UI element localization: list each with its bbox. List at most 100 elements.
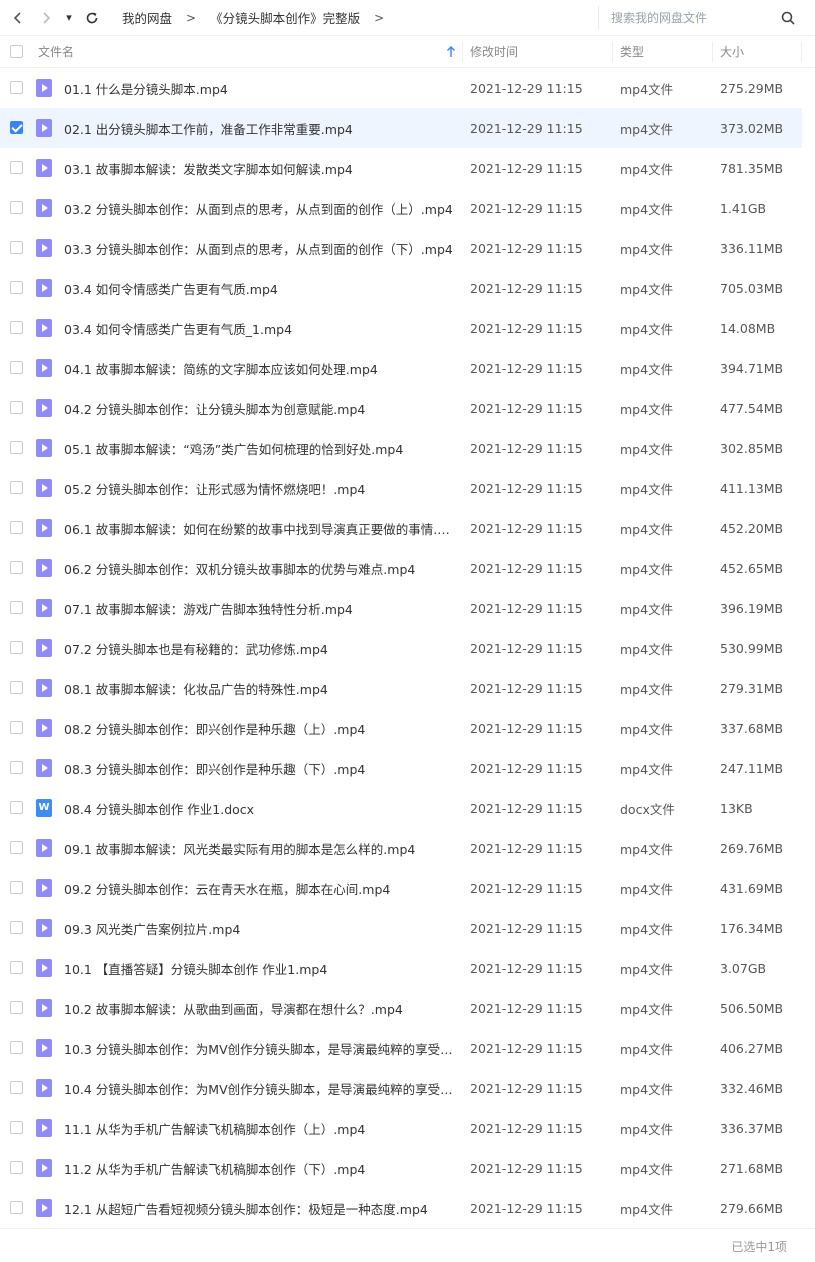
row-checkbox[interactable] xyxy=(10,881,24,895)
row-checkbox[interactable] xyxy=(10,1201,24,1215)
table-row[interactable]: 08.3 分镜头脚本创作：即兴创作是种乐趣（下）.mp4 2021-12-29 1… xyxy=(0,748,802,788)
row-checkbox[interactable] xyxy=(10,601,24,615)
sort-ascending-icon[interactable] xyxy=(446,45,456,58)
file-name[interactable]: 03.4 如何令情感类广告更有气质.mp4 xyxy=(64,279,454,298)
row-checkbox[interactable] xyxy=(10,961,24,975)
row-checkbox[interactable] xyxy=(10,201,24,215)
file-name[interactable]: 09.1 故事脚本解读：风光类最实际有用的脚本是怎么样的.mp4 xyxy=(64,839,454,858)
breadcrumb-item-root[interactable]: 我的网盘 xyxy=(122,8,172,27)
file-name[interactable]: 03.1 故事脚本解读：发散类文字脚本如何解读.mp4 xyxy=(64,159,454,178)
table-row[interactable]: 05.1 故事脚本解读：“鸡汤”类广告如何梳理的恰到好处.mp4 2021-12-… xyxy=(0,428,802,468)
file-name[interactable]: 02.1 出分镜头脚本工作前，准备工作非常重要.mp4 xyxy=(64,119,454,138)
table-row[interactable]: 01.1 什么是分镜头脚本.mp4 2021-12-29 11:15 mp4文件 27… xyxy=(0,68,802,108)
row-checkbox[interactable] xyxy=(10,1161,24,1175)
column-divider[interactable] xyxy=(801,42,802,62)
select-all-checkbox[interactable] xyxy=(10,45,24,59)
row-checkbox[interactable] xyxy=(10,481,24,495)
row-checkbox[interactable] xyxy=(10,521,24,535)
file-name[interactable]: 11.1 从华为手机广告解读飞机稿脚本创作（上）.mp4 xyxy=(64,1119,454,1138)
row-checkbox[interactable] xyxy=(10,761,24,775)
file-name[interactable]: 12.1 从超短广告看短视频分镜头脚本创作：极短是一种态度.mp4 xyxy=(64,1199,454,1218)
table-row[interactable]: 04.2 分镜头脚本创作：让分镜头脚本为创意赋能.mp4 2021-12-29 1… xyxy=(0,388,802,428)
row-checkbox[interactable] xyxy=(10,81,24,95)
column-header-name[interactable]: 文件名 xyxy=(38,43,74,60)
file-name[interactable]: 04.2 分镜头脚本创作：让分镜头脚本为创意赋能.mp4 xyxy=(64,399,454,418)
row-checkbox[interactable] xyxy=(10,641,24,655)
table-row[interactable]: 06.2 分镜头脚本创作：双机分镜头故事脚本的优势与难点.mp4 2021-12-… xyxy=(0,548,802,588)
table-row[interactable]: 09.1 故事脚本解读：风光类最实际有用的脚本是怎么样的.mp4 2021-12-… xyxy=(0,828,802,868)
table-row[interactable]: W 08.4 分镜头脚本创作 作业1.docx 2021-12-29 11:15 do… xyxy=(0,788,802,828)
table-row[interactable]: 09.2 分镜头脚本创作：云在青天水在瓶，脚本在心间.mp4 2021-12-29… xyxy=(0,868,802,908)
file-name[interactable]: 03.2 分镜头脚本创作：从面到点的思考，从点到面的创作（上）.mp4 xyxy=(64,199,454,218)
table-row[interactable]: 07.2 分镜头脚本也是有秘籍的：武功修炼.mp4 2021-12-29 11:1… xyxy=(0,628,802,668)
row-checkbox[interactable] xyxy=(10,841,24,855)
column-divider[interactable] xyxy=(712,42,713,62)
row-checkbox[interactable] xyxy=(10,1041,24,1055)
file-name[interactable]: 06.2 分镜头脚本创作：双机分镜头故事脚本的优势与难点.mp4 xyxy=(64,559,454,578)
file-name[interactable]: 11.2 从华为手机广告解读飞机稿脚本创作（下）.mp4 xyxy=(64,1159,454,1178)
file-name[interactable]: 08.2 分镜头脚本创作：即兴创作是种乐趣（上）.mp4 xyxy=(64,719,454,738)
file-name[interactable]: 04.1 故事脚本解读：简练的文字脚本应该如何处理.mp4 xyxy=(64,359,454,378)
file-name[interactable]: 05.1 故事脚本解读：“鸡汤”类广告如何梳理的恰到好处.mp4 xyxy=(64,439,454,458)
row-checkbox[interactable] xyxy=(10,401,24,415)
file-name[interactable]: 08.3 分镜头脚本创作：即兴创作是种乐趣（下）.mp4 xyxy=(64,759,454,778)
table-row[interactable]: 04.1 故事脚本解读：简练的文字脚本应该如何处理.mp4 2021-12-29 … xyxy=(0,348,802,388)
table-row[interactable]: 10.1 【直播答疑】分镜头脚本创作 作业1.mp4 2021-12-29 11:… xyxy=(0,948,802,988)
file-name[interactable]: 09.3 风光类广告案例拉片.mp4 xyxy=(64,919,454,938)
row-checkbox[interactable] xyxy=(10,281,24,295)
row-checkbox[interactable] xyxy=(10,321,24,335)
file-name[interactable]: 08.1 故事脚本解读：化妆品广告的特殊性.mp4 xyxy=(64,679,454,698)
file-name[interactable]: 03.4 如何令情感类广告更有气质_1.mp4 xyxy=(64,319,454,338)
row-checkbox[interactable] xyxy=(10,361,24,375)
row-checkbox[interactable] xyxy=(10,1121,24,1135)
table-row[interactable]: 08.1 故事脚本解读：化妆品广告的特殊性.mp4 2021-12-29 11:1… xyxy=(0,668,802,708)
back-button[interactable] xyxy=(4,0,32,36)
file-name[interactable]: 03.3 分镜头脚本创作：从面到点的思考，从点到面的创作（下）.mp4 xyxy=(64,239,454,258)
table-row[interactable]: 05.2 分镜头脚本创作：让形式感为情怀燃烧吧！.mp4 2021-12-29 1… xyxy=(0,468,802,508)
history-dropdown-button[interactable]: ▾ xyxy=(60,0,78,36)
table-row[interactable]: 10.2 故事脚本解读：从歌曲到画面，导演都在想什么？.mp4 2021-12-2… xyxy=(0,988,802,1028)
row-checkbox[interactable] xyxy=(10,1001,24,1015)
column-divider[interactable] xyxy=(462,42,463,62)
refresh-button[interactable] xyxy=(78,0,106,36)
row-checkbox[interactable] xyxy=(10,561,24,575)
table-row[interactable]: 02.1 出分镜头脚本工作前，准备工作非常重要.mp4 2021-12-29 11… xyxy=(0,108,802,148)
row-checkbox[interactable] xyxy=(10,801,24,815)
table-row[interactable]: 10.4 分镜头脚本创作：为MV创作分镜头脚本，是导演最纯粹的享受（... 202… xyxy=(0,1068,802,1108)
row-checkbox[interactable] xyxy=(10,921,24,935)
table-row[interactable]: 03.2 分镜头脚本创作：从面到点的思考，从点到面的创作（上）.mp4 2021-… xyxy=(0,188,802,228)
column-header-time[interactable]: 修改时间 xyxy=(470,43,518,60)
file-name[interactable]: 10.2 故事脚本解读：从歌曲到画面，导演都在想什么？.mp4 xyxy=(64,999,454,1018)
column-divider[interactable] xyxy=(612,42,613,62)
file-name[interactable]: 01.1 什么是分镜头脚本.mp4 xyxy=(64,79,454,98)
file-name[interactable]: 10.4 分镜头脚本创作：为MV创作分镜头脚本，是导演最纯粹的享受（... xyxy=(64,1079,454,1098)
row-checkbox[interactable] xyxy=(10,1081,24,1095)
table-row[interactable]: 03.3 分镜头脚本创作：从面到点的思考，从点到面的创作（下）.mp4 2021-… xyxy=(0,228,802,268)
column-header-size[interactable]: 大小 xyxy=(720,43,744,60)
table-row[interactable]: 11.1 从华为手机广告解读飞机稿脚本创作（上）.mp4 2021-12-29 1… xyxy=(0,1108,802,1148)
file-name[interactable]: 07.2 分镜头脚本也是有秘籍的：武功修炼.mp4 xyxy=(64,639,454,658)
table-row[interactable]: 11.2 从华为手机广告解读飞机稿脚本创作（下）.mp4 2021-12-29 1… xyxy=(0,1148,802,1188)
file-name[interactable]: 10.1 【直播答疑】分镜头脚本创作 作业1.mp4 xyxy=(64,959,454,978)
column-header-type[interactable]: 类型 xyxy=(620,43,644,60)
table-row[interactable]: 12.1 从超短广告看短视频分镜头脚本创作：极短是一种态度.mp4 2021-12… xyxy=(0,1188,802,1228)
table-row[interactable]: 07.1 故事脚本解读：游戏广告脚本独特性分析.mp4 2021-12-29 11… xyxy=(0,588,802,628)
table-row[interactable]: 03.4 如何令情感类广告更有气质.mp4 2021-12-29 11:15 mp4… xyxy=(0,268,802,308)
file-name[interactable]: 09.2 分镜头脚本创作：云在青天水在瓶，脚本在心间.mp4 xyxy=(64,879,454,898)
table-row[interactable]: 09.3 风光类广告案例拉片.mp4 2021-12-29 11:15 mp4文件 1… xyxy=(0,908,802,948)
row-checkbox[interactable] xyxy=(10,441,24,455)
file-name[interactable]: 06.1 故事脚本解读：如何在纷繁的故事中找到导演真正要做的事情.mp4 xyxy=(64,519,454,538)
file-name[interactable]: 05.2 分镜头脚本创作：让形式感为情怀燃烧吧！.mp4 xyxy=(64,479,454,498)
table-row[interactable]: 08.2 分镜头脚本创作：即兴创作是种乐趣（上）.mp4 2021-12-29 1… xyxy=(0,708,802,748)
file-name[interactable]: 07.1 故事脚本解读：游戏广告脚本独特性分析.mp4 xyxy=(64,599,454,618)
row-checkbox[interactable] xyxy=(10,681,24,695)
row-checkbox[interactable] xyxy=(10,121,24,135)
table-row[interactable]: 03.1 故事脚本解读：发散类文字脚本如何解读.mp4 2021-12-29 11… xyxy=(0,148,802,188)
search-icon[interactable] xyxy=(780,10,796,26)
row-checkbox[interactable] xyxy=(10,161,24,175)
row-checkbox[interactable] xyxy=(10,721,24,735)
table-row[interactable]: 10.3 分镜头脚本创作：为MV创作分镜头脚本，是导演最纯粹的享受（... 202… xyxy=(0,1028,802,1068)
row-checkbox[interactable] xyxy=(10,241,24,255)
breadcrumb-item-folder[interactable]: 《分镜头脚本创作》完整版 xyxy=(210,8,360,27)
file-name[interactable]: 10.3 分镜头脚本创作：为MV创作分镜头脚本，是导演最纯粹的享受（... xyxy=(64,1039,454,1058)
